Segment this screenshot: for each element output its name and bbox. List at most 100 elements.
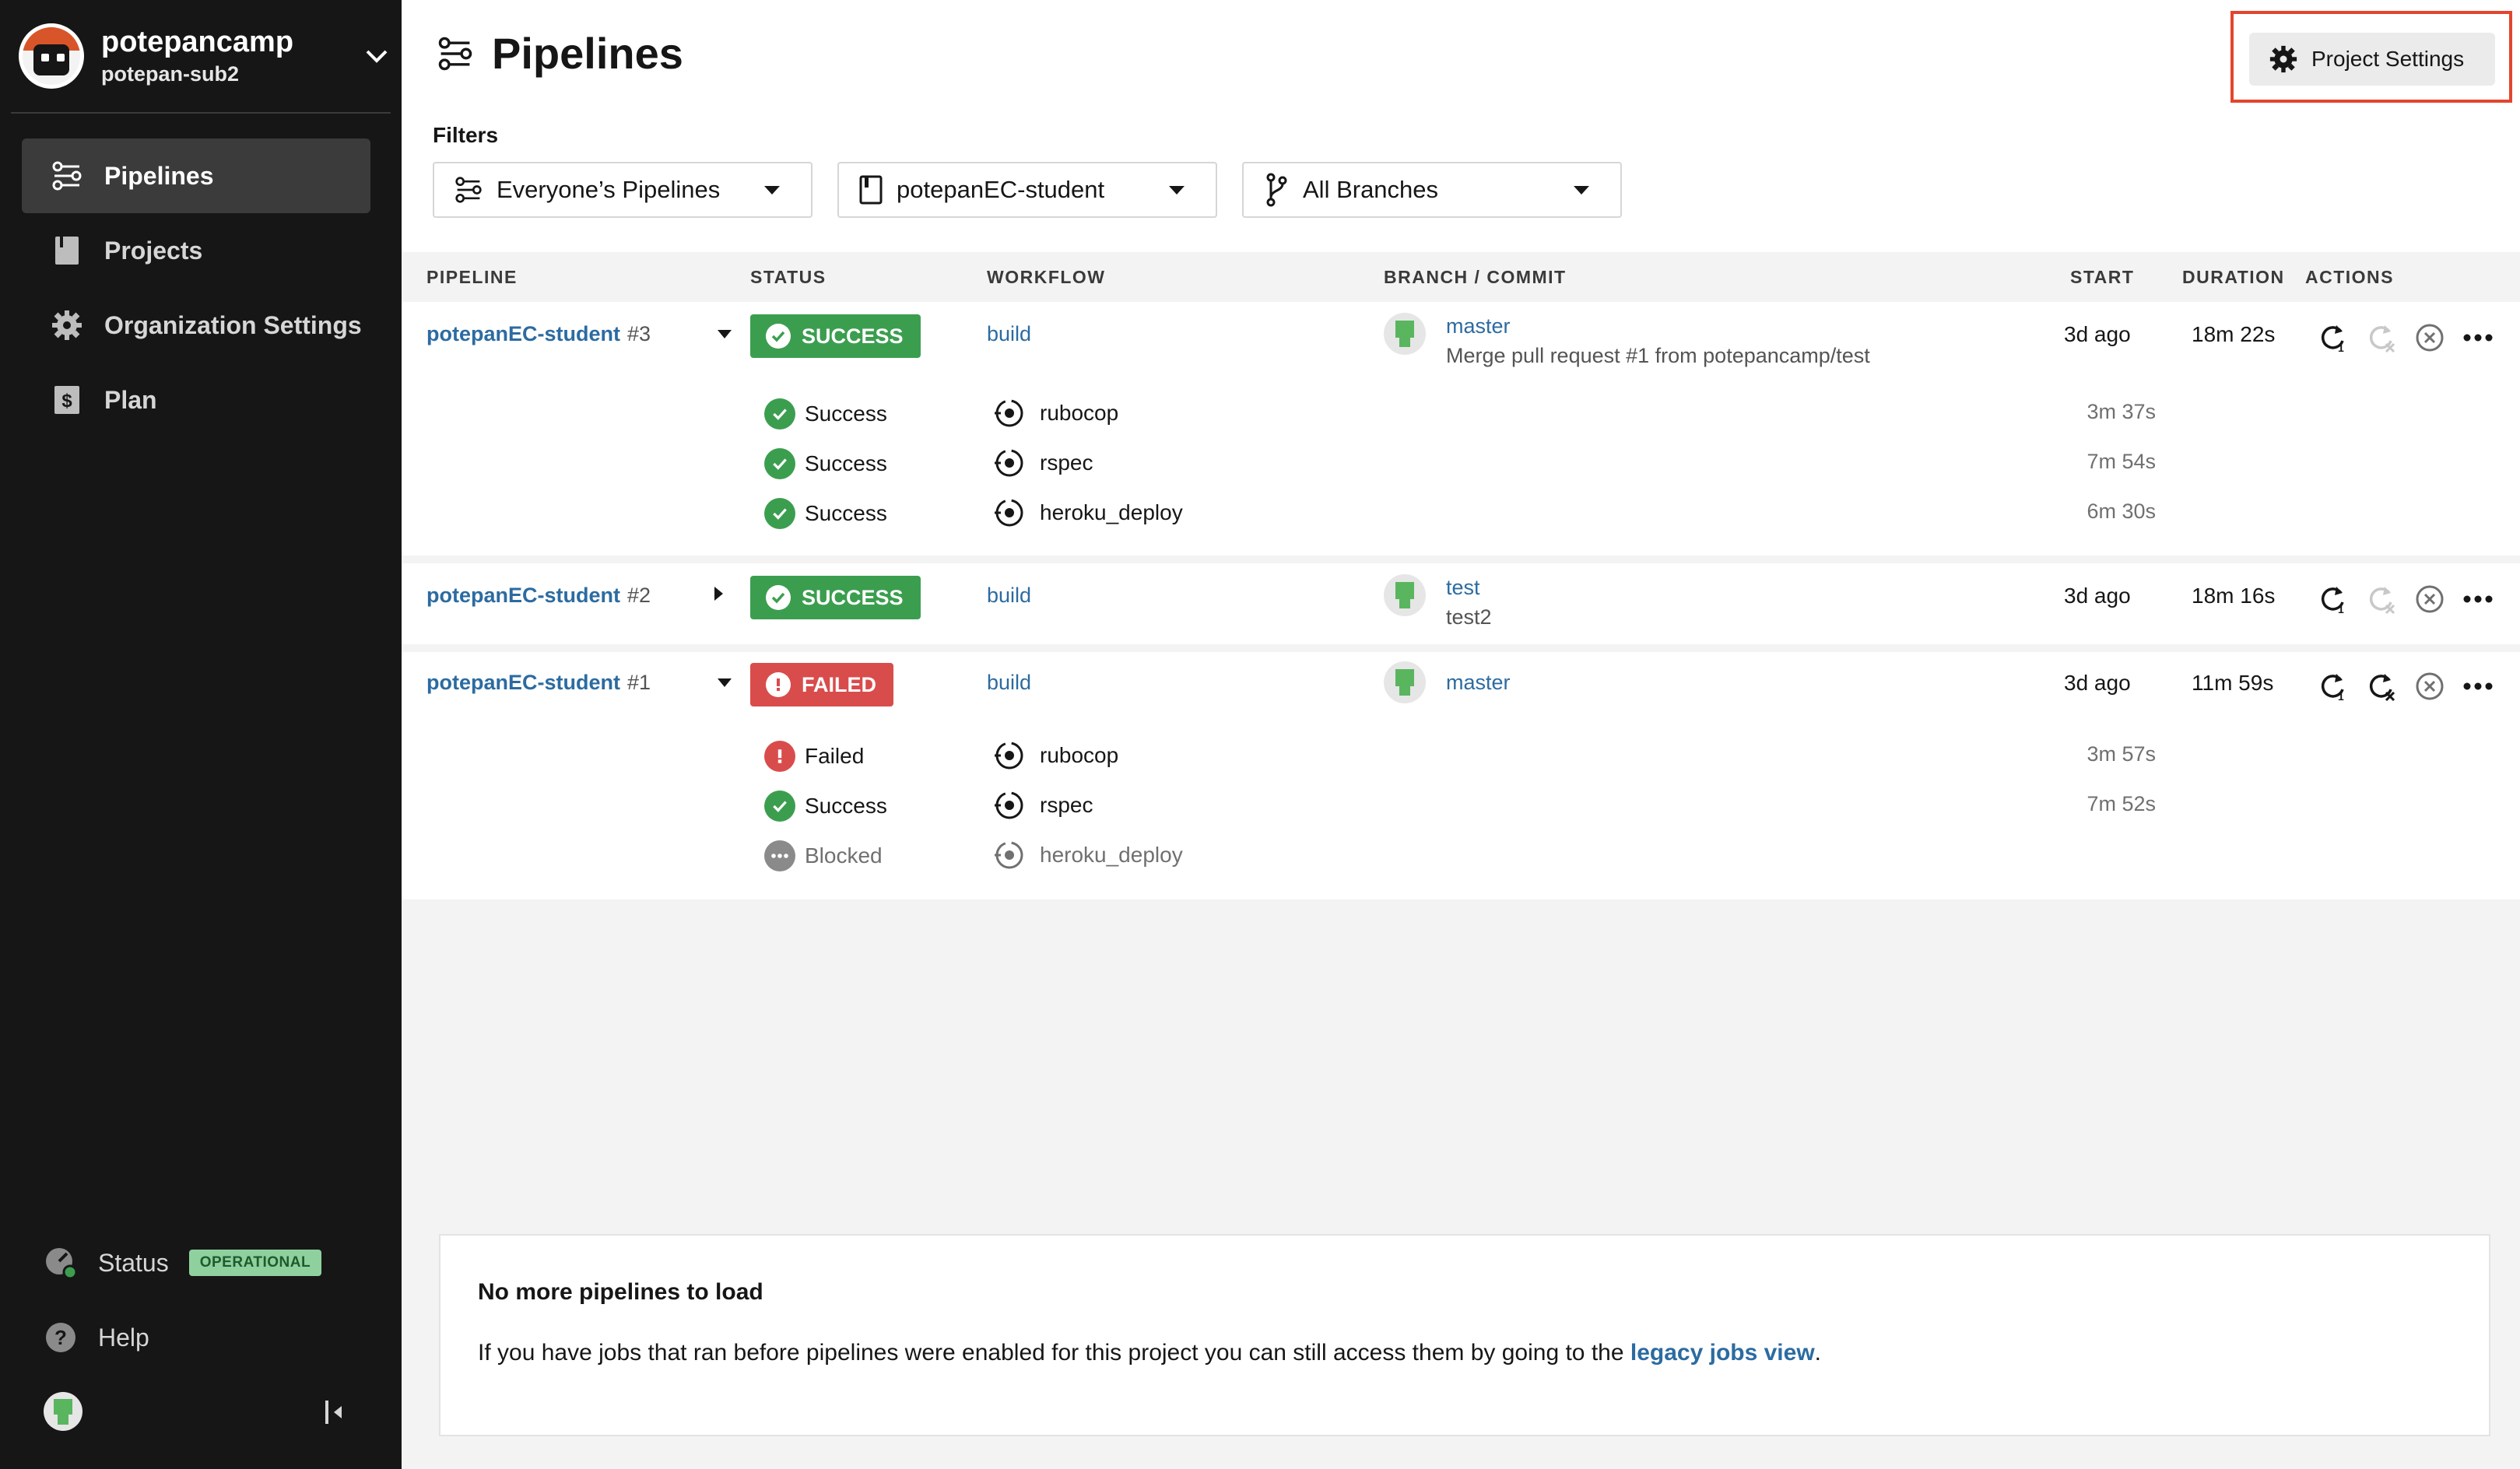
alert-icon xyxy=(764,741,795,772)
workflow-link[interactable]: build xyxy=(987,671,1031,695)
workflow-link[interactable]: build xyxy=(987,322,1031,346)
job-duration: 6m 30s xyxy=(2087,500,2156,523)
commit-message[interactable]: test2 xyxy=(1446,605,1492,629)
rerun-failed-icon xyxy=(2364,321,2399,355)
job-link[interactable]: rspec xyxy=(993,447,1093,479)
job-status: Success xyxy=(764,791,887,822)
job-link[interactable]: rubocop xyxy=(993,739,1118,772)
status-badge[interactable]: SUCCESS xyxy=(750,576,921,619)
svg-text:1: 1 xyxy=(2338,342,2344,353)
rerun-failed-icon xyxy=(2364,582,2399,616)
sidebar-item-plan[interactable]: $ Plan xyxy=(22,363,370,437)
job-status-label: Failed xyxy=(805,744,865,768)
start-time: 3d ago xyxy=(2064,584,2131,608)
svg-text:?: ? xyxy=(54,1326,67,1349)
check-icon xyxy=(764,791,795,822)
collapse-caret-icon[interactable] xyxy=(718,678,732,687)
branch-link[interactable]: master xyxy=(1446,314,1511,338)
column-header-duration: DURATION xyxy=(2182,267,2285,287)
row-divider xyxy=(402,644,2520,652)
expand-caret-icon[interactable] xyxy=(714,587,723,601)
status-gauge-icon xyxy=(44,1246,78,1280)
check-icon xyxy=(764,448,795,479)
job-duration: 3m 37s xyxy=(2087,400,2156,423)
page-header: Pipelines xyxy=(437,28,683,79)
job-link[interactable]: rspec xyxy=(993,789,1093,822)
project-book-icon xyxy=(859,175,883,205)
rerun-icon[interactable]: 1 xyxy=(2316,321,2350,355)
sidebar-nav: Pipelines Projects Organization Settings… xyxy=(22,138,370,437)
avatar xyxy=(1384,661,1426,703)
org-switcher[interactable]: potepancamp potepan-sub2 xyxy=(19,19,392,93)
sidebar-item-projects[interactable]: Projects xyxy=(22,213,370,288)
workflow-link[interactable]: build xyxy=(987,584,1031,608)
column-header-actions: ACTIONS xyxy=(2305,267,2394,287)
empty-text: If you have jobs that ran before pipelin… xyxy=(478,1340,1821,1366)
pipeline-project-link[interactable]: potepanEC-student xyxy=(426,584,620,608)
pipelines-filter-select[interactable]: Everyone’s Pipelines xyxy=(433,162,813,218)
dollar-icon: $ xyxy=(50,383,84,417)
sidebar-item-label: Plan xyxy=(104,385,157,414)
job-icon xyxy=(995,399,1023,427)
sidebar-item-pipelines[interactable]: Pipelines xyxy=(22,138,370,213)
job-link[interactable]: heroku_deploy xyxy=(993,839,1183,871)
status-badge: OPERATIONAL xyxy=(188,1250,322,1276)
column-header-pipeline: PIPELINE xyxy=(426,267,518,287)
cancel-icon[interactable] xyxy=(2413,669,2447,703)
project-settings-button[interactable]: Project Settings xyxy=(2249,33,2495,86)
sidebar-item-organization-settings[interactable]: Organization Settings xyxy=(22,288,370,363)
table-header: PIPELINE STATUS WORKFLOW BRANCH / COMMIT… xyxy=(402,252,2520,302)
status-badge[interactable]: SUCCESS xyxy=(750,314,921,358)
help-link[interactable]: ? Help xyxy=(44,1318,386,1357)
branch-icon xyxy=(1264,173,1289,207)
commit-message[interactable]: Merge pull request #1 from potepancamp/t… xyxy=(1446,344,1870,368)
pipelines-icon xyxy=(455,176,483,204)
avatar xyxy=(1384,574,1426,616)
gear-icon xyxy=(50,308,84,342)
rerun-failed-icon[interactable] xyxy=(2364,669,2399,703)
chevron-down-icon[interactable] xyxy=(361,40,392,72)
pipeline-project-link[interactable]: potepanEC-student xyxy=(426,322,620,346)
svg-text:1: 1 xyxy=(2338,690,2344,702)
collapse-caret-icon[interactable] xyxy=(718,330,732,338)
status-badge[interactable]: FAILED xyxy=(750,663,894,706)
caret-down-icon xyxy=(764,185,780,195)
pipeline-project-link[interactable]: potepanEC-student xyxy=(426,671,620,695)
collapse-sidebar-icon[interactable] xyxy=(319,1393,350,1432)
filter-value: All Branches xyxy=(1303,176,1439,203)
more-icon[interactable] xyxy=(2461,582,2495,616)
filter-value: potepanEC-student xyxy=(897,176,1105,203)
legacy-jobs-link[interactable]: legacy jobs view xyxy=(1630,1340,1815,1366)
job-status: Failed xyxy=(764,741,864,772)
check-icon xyxy=(766,324,791,349)
branch-filter-select[interactable]: All Branches xyxy=(1242,162,1622,218)
column-header-status: STATUS xyxy=(750,267,827,287)
job-name: heroku_deploy xyxy=(1040,500,1183,524)
job-status: Success xyxy=(764,398,887,429)
branch-link[interactable]: master xyxy=(1446,671,1511,695)
column-header-branch-commit: BRANCH / COMMIT xyxy=(1384,267,1567,287)
svg-text:$: $ xyxy=(61,391,72,412)
blocked-icon xyxy=(764,840,795,871)
rerun-icon[interactable]: 1 xyxy=(2316,669,2350,703)
rerun-icon[interactable]: 1 xyxy=(2316,582,2350,616)
branch-link[interactable]: test xyxy=(1446,576,1480,600)
job-status-label: Blocked xyxy=(805,843,883,868)
status-link[interactable]: Status OPERATIONAL xyxy=(44,1243,386,1282)
more-icon[interactable] xyxy=(2461,669,2495,703)
more-icon[interactable] xyxy=(2461,321,2495,355)
page-title: Pipelines xyxy=(492,29,683,78)
cancel-icon[interactable] xyxy=(2413,321,2447,355)
row-divider xyxy=(402,556,2520,563)
job-name: heroku_deploy xyxy=(1040,843,1183,867)
cancel-icon[interactable] xyxy=(2413,582,2447,616)
job-icon xyxy=(995,791,1023,819)
table-row: potepanEC-student #1 FAILED build master… xyxy=(402,652,2520,899)
empty-text-body: If you have jobs that ran before pipelin… xyxy=(478,1340,1624,1366)
status-badge-label: FAILED xyxy=(802,672,877,696)
job-link[interactable]: heroku_deploy xyxy=(993,496,1183,529)
projects-icon xyxy=(50,233,84,268)
project-filter-select[interactable]: potepanEC-student xyxy=(837,162,1217,218)
job-link[interactable]: rubocop xyxy=(993,397,1118,429)
caret-down-icon xyxy=(1169,185,1185,195)
